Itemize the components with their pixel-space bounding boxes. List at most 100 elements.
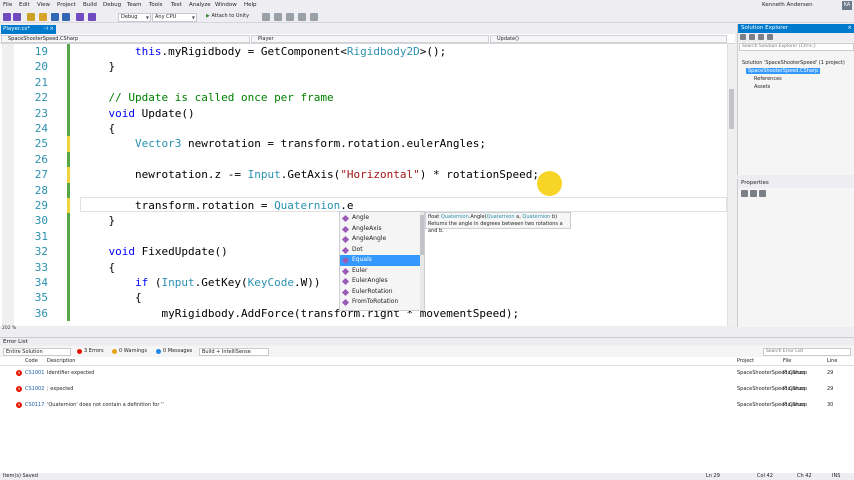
completion-item[interactable]: Euler bbox=[340, 266, 424, 277]
code-token: ( bbox=[148, 276, 162, 289]
editor-vertical-scrollbar[interactable] bbox=[727, 44, 735, 326]
error-scope-select[interactable]: Entire Solution bbox=[3, 348, 71, 356]
column-file[interactable]: File bbox=[783, 357, 791, 366]
project-nav-select[interactable]: SpaceShooterSpeed.CSharp bbox=[1, 35, 250, 43]
code-token: .W)) bbox=[293, 276, 321, 289]
close-icon[interactable]: × bbox=[49, 25, 54, 34]
redo-icon[interactable] bbox=[88, 13, 96, 21]
home-icon[interactable] bbox=[740, 34, 746, 40]
forward-icon[interactable] bbox=[13, 13, 21, 21]
user-name[interactable]: Kenneth Andersen bbox=[762, 2, 813, 8]
error-description: Identifier expected bbox=[47, 370, 95, 376]
configuration-select[interactable]: Debug ▼ bbox=[118, 12, 151, 22]
code-line[interactable]: 19 this.myRigidbody = GetComponent<Rigid… bbox=[0, 44, 735, 60]
error-row[interactable]: × CS1001 Identifier expected SpaceShoote… bbox=[0, 369, 854, 385]
code-line[interactable]: 26 bbox=[0, 151, 735, 168]
build-filter-select[interactable]: Build + IntelliSense bbox=[199, 348, 269, 356]
status-message: Item(s) Saved bbox=[3, 473, 38, 479]
tree-project[interactable]: SpaceShooterSpeed.CSharp bbox=[746, 68, 821, 74]
menu-file[interactable]: File bbox=[3, 2, 12, 8]
menu-tools[interactable]: Tools bbox=[149, 2, 163, 8]
menu-window[interactable]: Window bbox=[215, 2, 237, 8]
avatar[interactable]: KA bbox=[842, 1, 852, 10]
uncomment-icon[interactable] bbox=[310, 13, 318, 21]
save-all-icon[interactable] bbox=[62, 13, 70, 21]
menu-edit[interactable]: Edit bbox=[19, 2, 30, 8]
zoom-level[interactable]: 202 % bbox=[2, 326, 16, 331]
error-code[interactable]: CS1001 bbox=[25, 370, 44, 376]
platform-select[interactable]: Any CPU ▼ bbox=[152, 12, 197, 22]
pin-icon[interactable]: ⊣ bbox=[43, 25, 48, 34]
breakpoint-icon[interactable] bbox=[262, 13, 270, 21]
attach-to-unity-button[interactable]: ▶ Attach to Unity bbox=[206, 13, 249, 19]
code-line[interactable]: 24 { bbox=[0, 121, 735, 137]
tree-references[interactable]: References bbox=[754, 76, 782, 82]
completion-item[interactable]: EulerAngles bbox=[340, 276, 424, 287]
class-nav-select[interactable]: Player bbox=[251, 35, 489, 43]
sync-icon[interactable] bbox=[749, 34, 755, 40]
menu-project[interactable]: Project bbox=[57, 2, 76, 8]
warnings-filter-button[interactable]: 0 Warnings bbox=[112, 348, 147, 355]
solution-search-input[interactable]: Search Solution Explorer (Ctrl+;) bbox=[739, 43, 854, 51]
completion-item[interactable]: AngleAngle bbox=[340, 234, 424, 245]
member-nav-select[interactable]: Update() bbox=[490, 35, 727, 43]
completion-item[interactable]: EulerRotation bbox=[340, 287, 424, 298]
error-search-input[interactable]: Search Error List bbox=[763, 348, 851, 356]
close-icon[interactable]: × bbox=[847, 24, 852, 33]
menu-team[interactable]: Team bbox=[127, 2, 142, 8]
scrollbar-thumb[interactable] bbox=[420, 215, 424, 255]
errors-filter-button[interactable]: 3 Errors bbox=[77, 348, 104, 355]
code-line[interactable]: 25 Vector3 newrotation = transform.rotat… bbox=[0, 136, 735, 152]
column-project[interactable]: Project bbox=[737, 357, 754, 366]
completion-item[interactable]: FromToRotation bbox=[340, 297, 424, 308]
tree-solution-root[interactable]: Solution 'SpaceShooterSpeed' (1 project) bbox=[742, 60, 845, 66]
code-line[interactable]: 28 bbox=[0, 182, 735, 198]
refresh-icon[interactable] bbox=[758, 34, 764, 40]
menu-build[interactable]: Build bbox=[83, 2, 97, 8]
alphabetical-icon[interactable] bbox=[750, 190, 757, 197]
menu-test[interactable]: Test bbox=[171, 2, 182, 8]
change-indicator bbox=[67, 167, 70, 183]
step-icon[interactable] bbox=[274, 13, 282, 21]
menu-help[interactable]: Help bbox=[244, 2, 257, 8]
code-line[interactable]: 27 newrotation.z -= Input.GetAxis("Horiz… bbox=[0, 167, 735, 183]
comment-icon[interactable] bbox=[298, 13, 306, 21]
menu-view[interactable]: View bbox=[37, 2, 50, 8]
code-line[interactable]: 21 bbox=[0, 74, 735, 91]
categorized-icon[interactable] bbox=[741, 190, 748, 197]
code-line[interactable]: 22 // Update is called once per frame bbox=[0, 90, 735, 106]
error-row[interactable]: × CS0117 'Quaternion' does not contain a… bbox=[0, 401, 854, 417]
new-project-icon[interactable] bbox=[27, 13, 35, 21]
completion-item[interactable]: Equals bbox=[340, 255, 424, 266]
tree-assets[interactable]: Assets bbox=[754, 84, 770, 90]
error-row[interactable]: × CS1002 ; expected SpaceShooterSpeed.CS… bbox=[0, 385, 854, 401]
bookmark-icon[interactable] bbox=[286, 13, 294, 21]
scrollbar-thumb[interactable] bbox=[729, 89, 734, 129]
column-code[interactable]: Code bbox=[25, 357, 38, 366]
error-code[interactable]: CS0117 bbox=[25, 402, 44, 408]
back-icon[interactable] bbox=[3, 13, 11, 21]
undo-icon[interactable] bbox=[76, 13, 84, 21]
completion-item[interactable]: AngleAxis bbox=[340, 224, 424, 235]
completion-item[interactable]: Dot bbox=[340, 245, 424, 256]
tooltip-param2-name: b) bbox=[550, 214, 558, 220]
code-line[interactable]: 20 } bbox=[0, 59, 735, 75]
collapse-icon[interactable] bbox=[767, 34, 773, 40]
intellisense-list[interactable]: Angle AngleAxis AngleAngle Dot Equals Euler Eu… bbox=[339, 211, 425, 311]
solution-toolbar bbox=[738, 33, 854, 42]
save-icon[interactable] bbox=[51, 13, 59, 21]
code-token: Input bbox=[161, 276, 195, 289]
messages-filter-button[interactable]: 0 Messages bbox=[156, 348, 192, 355]
completion-scrollbar[interactable] bbox=[420, 212, 424, 310]
column-line[interactable]: Line bbox=[827, 357, 837, 366]
open-folder-icon[interactable] bbox=[39, 13, 47, 21]
tab-player-cs[interactable]: Player.cs* ⊣ × bbox=[1, 25, 56, 34]
error-code[interactable]: CS1002 bbox=[25, 386, 44, 392]
menu-debug[interactable]: Debug bbox=[103, 2, 121, 8]
property-pages-icon[interactable] bbox=[759, 190, 766, 197]
column-description[interactable]: Description bbox=[47, 357, 75, 366]
completion-item[interactable]: Angle bbox=[340, 213, 424, 224]
menu-analyze[interactable]: Analyze bbox=[189, 2, 211, 8]
code-line[interactable]: 23 void Update() bbox=[0, 105, 735, 121]
